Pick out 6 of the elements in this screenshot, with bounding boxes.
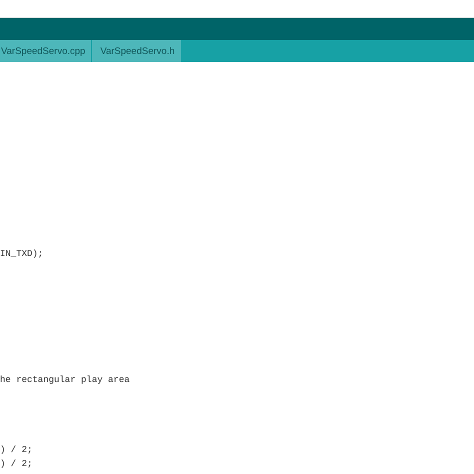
code-line: ) / 2; — [0, 458, 32, 471]
file-tab[interactable]: VarSpeedServo.h — [92, 40, 181, 62]
code-line: IN_TXD); — [0, 248, 44, 261]
code-line: he rectangular play area — [0, 374, 130, 387]
file-tab[interactable]: VarSpeedServo.cpp — [0, 40, 92, 62]
code-line: ) / 2; — [0, 444, 32, 457]
